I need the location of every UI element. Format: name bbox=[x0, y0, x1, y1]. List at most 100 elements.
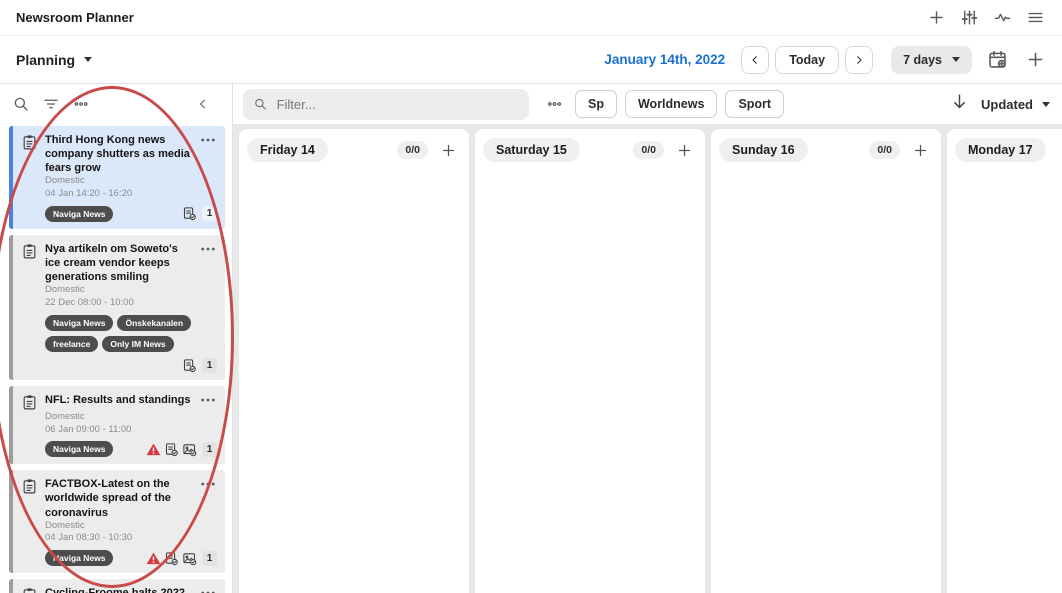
tag: freelance bbox=[45, 336, 98, 352]
tag: Naviga News bbox=[45, 315, 113, 331]
column-add-button[interactable] bbox=[437, 139, 459, 161]
more-options-icon bbox=[199, 133, 217, 147]
news-card[interactable]: NFL: Results and standings Domestic 06 J… bbox=[9, 386, 225, 465]
card-more-button[interactable] bbox=[199, 242, 217, 256]
card-more-button[interactable] bbox=[199, 477, 217, 491]
activity-button[interactable] bbox=[989, 5, 1015, 31]
sidebar-search-button[interactable] bbox=[8, 91, 34, 117]
column-day-label: Saturday 15 bbox=[483, 138, 580, 162]
day-column-monday: Monday 17 bbox=[947, 129, 1062, 593]
chevron-right-icon bbox=[853, 54, 865, 66]
chevron-down-icon bbox=[952, 57, 960, 62]
hamburger-menu-icon bbox=[1026, 8, 1045, 27]
tag: Önskekanalen bbox=[117, 315, 191, 331]
assignment-check-icon bbox=[164, 551, 179, 566]
card-title: Third Hong Kong news company shutters as… bbox=[45, 133, 195, 175]
today-button[interactable]: Today bbox=[775, 46, 839, 74]
card-time: 06 Jan 09:00 - 11:00 bbox=[45, 424, 217, 437]
activity-icon bbox=[993, 8, 1012, 27]
sidebar-filter-button[interactable] bbox=[38, 91, 64, 117]
page-title: Newsroom Planner bbox=[16, 10, 134, 25]
card-time: 04 Jan 08:30 - 10:30 bbox=[45, 532, 217, 545]
card-count-badge: 1 bbox=[202, 442, 217, 457]
settings-sliders-button[interactable] bbox=[956, 5, 982, 31]
news-card[interactable]: Cycling-Froome halts 2022 season prepara… bbox=[9, 579, 225, 593]
arrow-down-icon bbox=[950, 92, 969, 111]
more-options-icon bbox=[199, 477, 217, 491]
chevron-down-icon bbox=[84, 57, 92, 62]
next-day-button[interactable] bbox=[845, 46, 873, 74]
view-selector[interactable]: Planning bbox=[16, 52, 92, 68]
assignment-check-icon bbox=[182, 206, 197, 221]
card-title: NFL: Results and standings bbox=[45, 393, 195, 407]
create-button[interactable] bbox=[1022, 47, 1048, 73]
sidebar-more-button[interactable] bbox=[68, 91, 94, 117]
plus-icon bbox=[440, 142, 457, 159]
board-filter-toolbar: Sp Worldnews Sport Updated bbox=[233, 84, 1062, 124]
sort-select[interactable]: Updated bbox=[981, 97, 1050, 112]
planning-toolbar: Planning January 14th, 2022 Today 7 days bbox=[0, 36, 1062, 84]
view-selector-label: Planning bbox=[16, 52, 75, 68]
main-area: Sp Worldnews Sport Updated Friday 14 0/0 bbox=[233, 84, 1062, 593]
chevron-down-icon bbox=[1042, 102, 1050, 107]
add-event-button[interactable] bbox=[984, 47, 1010, 73]
filter-chip-worldnews[interactable]: Worldnews bbox=[625, 90, 717, 118]
article-icon bbox=[21, 394, 38, 411]
card-tags: Naviga News bbox=[45, 550, 146, 566]
sort-select-label: Updated bbox=[981, 97, 1033, 112]
tag: Naviga News bbox=[45, 550, 113, 566]
card-section: Domestic bbox=[45, 175, 217, 188]
date-range-select[interactable]: 7 days bbox=[891, 46, 972, 74]
more-options-icon bbox=[199, 393, 217, 407]
image-check-icon bbox=[182, 442, 197, 457]
card-title: FACTBOX-Latest on the worldwide spread o… bbox=[45, 477, 195, 519]
current-date-label[interactable]: January 14th, 2022 bbox=[604, 52, 725, 67]
card-time: 04 Jan 14:20 - 16:20 bbox=[45, 188, 217, 201]
sort-direction-button[interactable] bbox=[950, 92, 969, 116]
card-tags: Naviga News Önskekanalen freelance Only … bbox=[45, 315, 217, 352]
plus-icon bbox=[927, 8, 946, 27]
image-check-icon bbox=[182, 551, 197, 566]
column-day-label: Sunday 16 bbox=[719, 138, 808, 162]
filter-input[interactable] bbox=[277, 97, 519, 112]
filter-field[interactable] bbox=[243, 89, 529, 120]
search-icon bbox=[12, 95, 30, 113]
column-day-label: Monday 17 bbox=[955, 138, 1046, 162]
news-card[interactable]: FACTBOX-Latest on the worldwide spread o… bbox=[9, 470, 225, 573]
column-add-button[interactable] bbox=[673, 139, 695, 161]
warning-icon bbox=[146, 442, 161, 457]
article-icon bbox=[21, 134, 38, 151]
app-header: Newsroom Planner bbox=[0, 0, 1062, 36]
add-button[interactable] bbox=[923, 5, 949, 31]
date-range-label: 7 days bbox=[903, 53, 942, 67]
card-more-button[interactable] bbox=[199, 586, 217, 593]
chevron-left-icon bbox=[196, 97, 210, 111]
sidebar-toolbar bbox=[0, 84, 232, 124]
filter-chip-sport[interactable]: Sport bbox=[725, 90, 784, 118]
card-more-button[interactable] bbox=[199, 393, 217, 407]
column-count-badge: 0/0 bbox=[869, 141, 900, 159]
filter-more-button[interactable] bbox=[541, 91, 567, 117]
card-more-button[interactable] bbox=[199, 133, 217, 147]
more-options-icon bbox=[199, 586, 217, 593]
menu-button[interactable] bbox=[1022, 5, 1048, 31]
news-card[interactable]: Third Hong Kong news company shutters as… bbox=[9, 126, 225, 229]
assignment-check-icon bbox=[164, 442, 179, 457]
card-section: Domestic bbox=[45, 411, 217, 424]
card-section: Domestic bbox=[45, 284, 217, 297]
filter-chip-sp[interactable]: Sp bbox=[575, 90, 617, 118]
sidebar-card-list: Third Hong Kong news company shutters as… bbox=[0, 124, 232, 593]
column-add-button[interactable] bbox=[909, 139, 931, 161]
card-tags: Naviga News bbox=[45, 441, 146, 457]
sort-control[interactable]: Updated bbox=[950, 92, 1050, 116]
news-card[interactable]: Nya artikeln om Soweto's ice cream vendo… bbox=[9, 235, 225, 380]
filter-list-icon bbox=[42, 95, 60, 113]
day-column-saturday: Saturday 15 0/0 bbox=[475, 129, 705, 593]
article-icon bbox=[21, 478, 38, 495]
plus-icon bbox=[912, 142, 929, 159]
day-column-friday: Friday 14 0/0 bbox=[239, 129, 469, 593]
prev-day-button[interactable] bbox=[741, 46, 769, 74]
sidebar-collapse-button[interactable] bbox=[190, 91, 216, 117]
assignment-check-icon bbox=[182, 358, 197, 373]
tag: Naviga News bbox=[45, 441, 113, 457]
